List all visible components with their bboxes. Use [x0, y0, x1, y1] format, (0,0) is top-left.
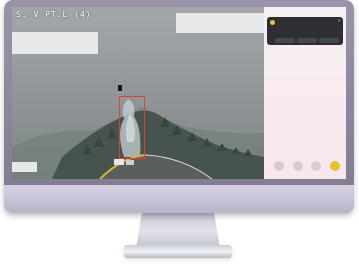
- notification-action-2[interactable]: [297, 38, 317, 43]
- alert-panel: ×: [264, 7, 346, 179]
- status-bar: [267, 9, 343, 15]
- camera-video-feed[interactable]: S. V PT.L (4): [12, 7, 264, 179]
- notification-action-1[interactable]: [275, 38, 295, 43]
- close-icon[interactable]: ×: [337, 19, 341, 23]
- alert-icon: [270, 20, 275, 25]
- monitor-frame: S. V PT.L (4) ×: [4, 0, 354, 213]
- notification-actions: [275, 38, 339, 43]
- redacted-region-top-left: [12, 32, 98, 54]
- nav-circle-icon-4[interactable]: [329, 161, 340, 171]
- camera-osd-label: S. V PT.L (4): [16, 10, 92, 19]
- nav-circle-icon-1[interactable]: [274, 161, 285, 171]
- nav-circle-icon-2[interactable]: [292, 161, 303, 171]
- nav-circle-icon-3[interactable]: [311, 161, 322, 171]
- monitor-screen: S. V PT.L (4) ×: [12, 7, 346, 179]
- alert-notification-card[interactable]: ×: [267, 17, 343, 45]
- notification-action-3[interactable]: [319, 38, 339, 43]
- monitor-stand-base: [124, 245, 232, 258]
- redacted-region-top-right: [176, 13, 264, 33]
- bottom-nav: [270, 159, 344, 173]
- detection-label: [118, 85, 122, 91]
- redacted-region-bottom-left: [12, 162, 37, 172]
- monitor-stand-neck: [136, 208, 220, 248]
- monitor-chin: [4, 185, 354, 213]
- detection-bounding-box[interactable]: [119, 96, 145, 159]
